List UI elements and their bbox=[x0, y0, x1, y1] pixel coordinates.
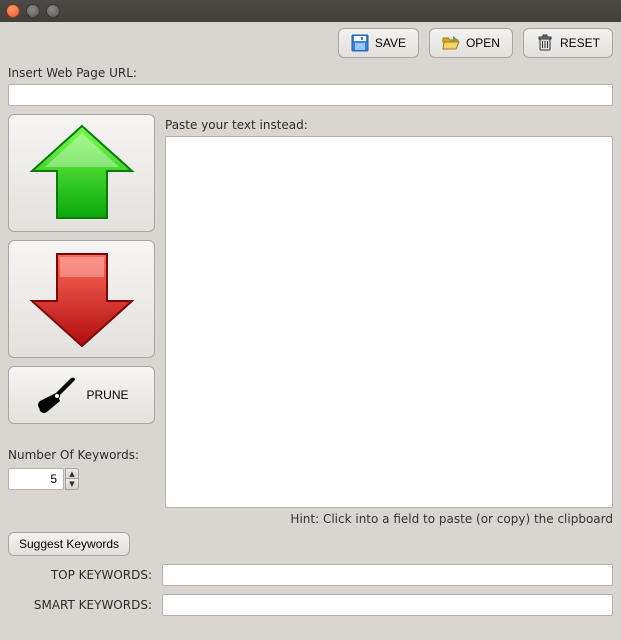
prune-button[interactable]: PRUNE bbox=[8, 366, 155, 424]
spinner-up-button[interactable]: ▲ bbox=[65, 468, 79, 479]
up-arrow-button[interactable] bbox=[8, 114, 155, 232]
paste-label: Paste your text instead: bbox=[165, 118, 613, 132]
open-folder-icon bbox=[442, 34, 460, 52]
save-button[interactable]: SAVE bbox=[338, 28, 419, 58]
suggest-keywords-label: Suggest Keywords bbox=[19, 537, 119, 551]
main-toolbar: SAVE OPEN RESET bbox=[8, 28, 613, 58]
window-close-button[interactable] bbox=[6, 4, 20, 18]
spinner-down-button[interactable]: ▼ bbox=[65, 479, 79, 490]
down-arrow-button[interactable] bbox=[8, 240, 155, 358]
smart-keywords-input[interactable] bbox=[162, 594, 613, 616]
open-button[interactable]: OPEN bbox=[429, 28, 513, 58]
trash-icon bbox=[536, 34, 554, 52]
prune-button-label: PRUNE bbox=[86, 388, 128, 402]
reset-button-label: RESET bbox=[560, 36, 600, 50]
arrow-up-icon bbox=[27, 123, 137, 223]
keyword-count-input[interactable] bbox=[8, 468, 64, 490]
paste-textarea[interactable] bbox=[165, 136, 613, 508]
save-button-label: SAVE bbox=[375, 36, 406, 50]
smart-keywords-label: SMART KEYWORDS: bbox=[8, 598, 156, 612]
window-maximize-button[interactable] bbox=[46, 4, 60, 18]
save-icon bbox=[351, 34, 369, 52]
window-minimize-button[interactable] bbox=[26, 4, 40, 18]
hint-text: Hint: Click into a field to paste (or co… bbox=[8, 512, 613, 526]
pruning-shears-icon bbox=[34, 375, 78, 415]
arrow-down-icon bbox=[27, 249, 137, 349]
url-input[interactable] bbox=[8, 84, 613, 106]
suggest-keywords-button[interactable]: Suggest Keywords bbox=[8, 532, 130, 556]
reset-button[interactable]: RESET bbox=[523, 28, 613, 58]
open-button-label: OPEN bbox=[466, 36, 500, 50]
top-keywords-input[interactable] bbox=[162, 564, 613, 586]
top-keywords-label: TOP KEYWORDS: bbox=[8, 568, 156, 582]
window-titlebar bbox=[0, 0, 621, 22]
url-label: Insert Web Page URL: bbox=[8, 66, 613, 80]
keyword-count-label: Number Of Keywords: bbox=[8, 448, 155, 462]
